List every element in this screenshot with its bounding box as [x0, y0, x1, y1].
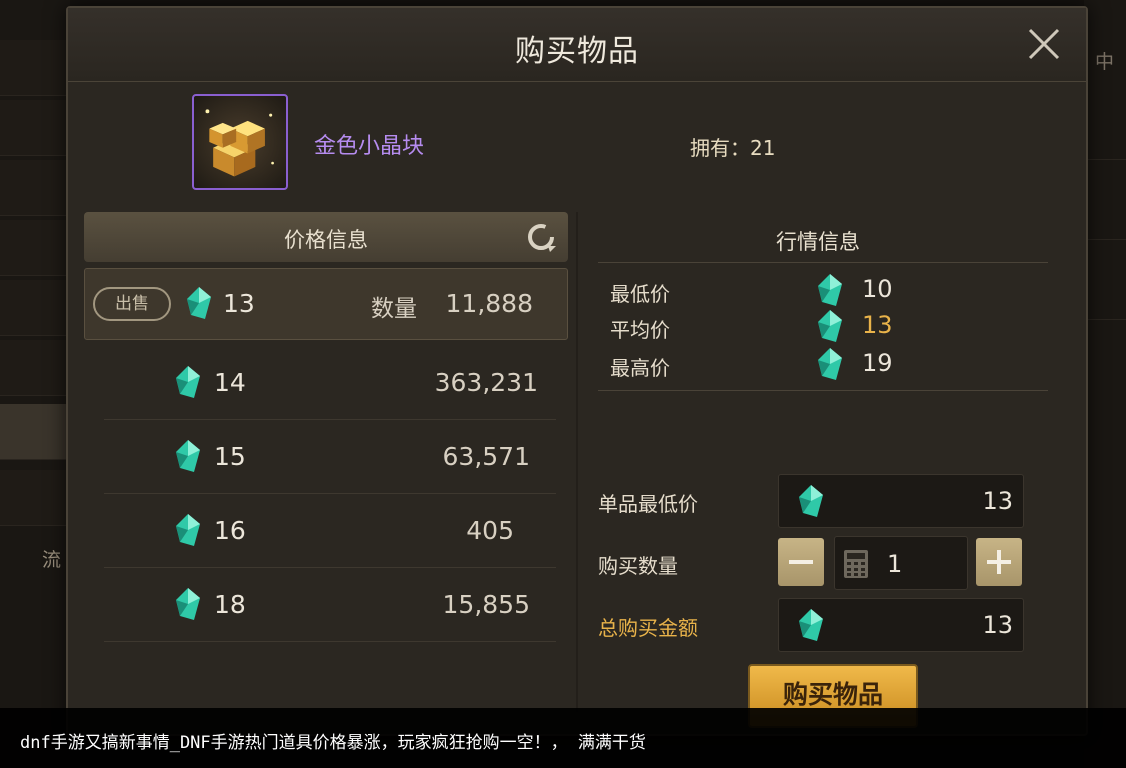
price-info-panel: 价格信息 出售 13 数量 11,888 14 363,231 15 63,57…: [84, 212, 568, 712]
refresh-icon: [528, 224, 556, 252]
listing-quantity: 63,571: [442, 442, 530, 471]
background-menu-row: [0, 404, 66, 460]
price-info-header: 价格信息: [84, 212, 568, 262]
background-text: 中: [1094, 51, 1114, 73]
lowest-price-value: 10: [862, 275, 893, 303]
listing-row[interactable]: 18 15,855: [84, 568, 568, 642]
gem-icon: [797, 483, 825, 519]
purchase-quantity-label: 购买数量: [598, 554, 678, 578]
background-right-panel: 中: [1084, 0, 1126, 768]
average-price-row: 平均价 13: [610, 308, 1030, 346]
listing-quantity: 405: [466, 516, 514, 545]
calculator-icon[interactable]: [843, 549, 869, 579]
gem-icon: [797, 607, 825, 643]
gem-icon: [174, 586, 202, 622]
caption-bar: dnf手游又搞新事情_DNF手游热门道具价格暴涨，玩家疯狂抢购一空！， 满满干货: [0, 708, 1126, 768]
listing-row[interactable]: 15 63,571: [84, 420, 568, 494]
market-info-panel: 行情信息 最低价 10 平均价 13 最高价 19 单品最低价 13 购买数量 …: [588, 212, 1048, 712]
owned-label: 拥有：: [690, 136, 750, 160]
lowest-price-row: 最低价 10: [610, 272, 1030, 310]
background-menu-row: [1088, 170, 1126, 240]
refresh-button[interactable]: [524, 220, 558, 254]
listing-price: 13: [223, 289, 255, 318]
unit-min-price-field: 13: [778, 474, 1024, 528]
purchase-quantity-row: 购买数量 1: [598, 536, 1038, 590]
total-amount-field: 13: [778, 598, 1024, 652]
gem-icon: [816, 272, 844, 308]
gem-icon: [174, 364, 202, 400]
background-menu-row: [0, 280, 66, 336]
background-menu-row: [1088, 90, 1126, 160]
sell-tag: 出售: [93, 287, 171, 321]
background-text: 流: [42, 549, 62, 571]
dialog-header: 购买物品: [68, 8, 1086, 82]
background-menu-row: [1088, 250, 1126, 320]
unit-min-price-label: 单品最低价: [598, 492, 698, 516]
unit-min-price-row: 单品最低价 13: [598, 474, 1038, 528]
buy-item-dialog: 购买物品 金色小晶块 拥有：21 价格信息 出售 13 数量 11,888 14…: [66, 6, 1088, 736]
gem-icon: [174, 438, 202, 474]
lowest-price-label: 最低价: [610, 282, 670, 306]
item-name: 金色小晶块: [314, 134, 425, 159]
market-info-title: 行情信息: [776, 230, 860, 254]
listing-row[interactable]: 14 363,231: [84, 346, 568, 420]
owned-value: 21: [750, 136, 776, 160]
purchase-quantity-value: 1: [887, 550, 903, 578]
quantity-label: 数量: [371, 296, 417, 322]
listing-quantity: 15,855: [442, 590, 530, 619]
gem-icon: [185, 285, 213, 321]
total-amount-value: 13: [982, 611, 1013, 639]
selected-listing-row[interactable]: 出售 13 数量 11,888: [84, 268, 568, 340]
unit-min-price-value: 13: [982, 487, 1013, 515]
background-menu-row: [0, 160, 66, 216]
close-icon: [1028, 28, 1060, 60]
total-amount-label: 总购买金额: [598, 616, 698, 640]
gem-icon: [174, 512, 202, 548]
highest-price-row: 最高价 19: [610, 346, 1030, 384]
background-menu-row: [0, 340, 66, 396]
decrease-quantity-button[interactable]: [778, 538, 824, 586]
caption-text: dnf手游又搞新事情_DNF手游热门道具价格暴涨，玩家疯狂抢购一空！， 满满干货: [20, 733, 646, 753]
highest-price-value: 19: [862, 349, 893, 377]
background-menu-row: [0, 40, 66, 96]
price-info-title: 价格信息: [284, 228, 368, 252]
gold-crystal-block-icon: [192, 94, 288, 190]
increase-quantity-button[interactable]: [976, 538, 1022, 586]
dialog-title: 购买物品: [515, 34, 639, 69]
gem-icon: [816, 346, 844, 382]
listing-price: 16: [214, 516, 246, 545]
listing-price: 15: [214, 442, 246, 471]
listing-quantity: 363,231: [434, 368, 538, 397]
average-price-label: 平均价: [610, 318, 670, 342]
purchase-quantity-input[interactable]: 1: [834, 536, 968, 590]
background-menu-row: [0, 220, 66, 276]
background-left-menu: 流: [0, 0, 70, 768]
gem-icon: [816, 308, 844, 344]
highest-price-label: 最高价: [610, 356, 670, 380]
listing-price: 18: [214, 590, 246, 619]
listing-row[interactable]: 16 405: [84, 494, 568, 568]
close-button[interactable]: [1024, 24, 1064, 64]
listing-price: 14: [214, 368, 246, 397]
total-amount-row: 总购买金额 13: [598, 598, 1038, 652]
background-menu-row: [0, 470, 66, 526]
panel-divider: [576, 212, 578, 712]
owned-count: 拥有：21: [690, 132, 775, 161]
listing-quantity: 11,888: [445, 289, 533, 318]
average-price-value: 13: [862, 311, 893, 339]
background-menu-row: [0, 100, 66, 156]
